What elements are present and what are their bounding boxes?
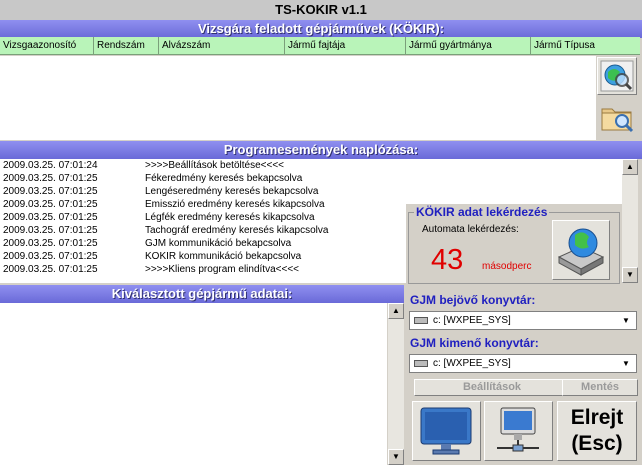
chevron-down-icon[interactable]: ▼: [622, 312, 630, 329]
gjm-outgoing-select[interactable]: c: [WXPEE_SYS] ▼: [409, 354, 637, 373]
chevron-down-icon[interactable]: ▼: [622, 355, 630, 372]
countdown-unit: másodperc: [482, 261, 532, 272]
log-scrollbar[interactable]: ▲ ▼: [622, 159, 638, 283]
gjm-incoming-select[interactable]: c: [WXPEE_SYS] ▼: [409, 311, 637, 330]
gjm-outgoing-value: c: [WXPEE_SYS]: [433, 358, 511, 369]
column-header-model[interactable]: Jármű Típusa: [531, 37, 640, 55]
vehicles-section-header: Vizsgára feladott gépjárművek (KÖKIR):: [0, 20, 642, 38]
kokir-query-panel: KÖKIR adat lekérdezés Automata lekérdezé…: [406, 204, 622, 286]
drive-icon: [414, 317, 428, 324]
vehicles-table-header: Vizsgaazonosító Rendszám Alvázszám Jármű…: [0, 37, 640, 55]
auto-query-label: Automata lekérdezés:: [422, 224, 519, 235]
monitor-button[interactable]: [412, 401, 481, 461]
monitor-icon: [420, 407, 472, 455]
window-title: TS-KOKIR v1.1: [0, 0, 642, 20]
settings-button[interactable]: Beállítások: [414, 379, 570, 396]
gjm-incoming-value: c: [WXPEE_SYS]: [433, 315, 511, 326]
network-computer-button[interactable]: [484, 401, 553, 461]
globe-search-icon: [600, 60, 634, 92]
column-header-exam-id[interactable]: Vizsgaazonosító: [0, 37, 94, 55]
countdown-value: 43: [431, 244, 464, 276]
drive-icon: [414, 360, 428, 367]
folder-search-button[interactable]: [598, 99, 638, 137]
column-header-manufacturer[interactable]: Jármű gyártmánya: [406, 37, 531, 55]
gjm-outgoing-label: GJM kimenő konyvtár:: [410, 336, 539, 350]
kokir-panel-title: KÖKIR adat lekérdezés: [414, 205, 550, 219]
gjm-incoming-label: GJM bejövő konyvtár:: [410, 293, 536, 307]
hide-button-shortcut: (Esc): [571, 432, 623, 455]
save-button[interactable]: Mentés: [562, 379, 638, 396]
column-header-plate[interactable]: Rendszám: [94, 37, 159, 55]
hide-button[interactable]: Elrejt (Esc): [557, 401, 637, 461]
manual-query-button[interactable]: [552, 220, 610, 280]
network-device-globe-icon: [557, 228, 605, 276]
column-header-vehicle-type[interactable]: Jármű fajtája: [285, 37, 406, 55]
scroll-down-icon[interactable]: ▼: [388, 449, 404, 465]
kokir-query-button[interactable]: [597, 57, 637, 95]
selected-vehicle-details[interactable]: [0, 303, 387, 465]
scroll-up-icon[interactable]: ▲: [622, 159, 638, 175]
selected-vehicle-header: Kiválasztott gépjármű adatai:: [0, 285, 404, 303]
scroll-up-icon[interactable]: ▲: [388, 303, 404, 319]
log-section-header: Programesemények naplózása:: [0, 141, 642, 159]
network-computer-icon: [497, 407, 539, 452]
column-header-chassis[interactable]: Alvázszám: [159, 37, 285, 55]
details-scrollbar[interactable]: ▲ ▼: [388, 303, 404, 465]
scroll-down-icon[interactable]: ▼: [622, 267, 638, 283]
folder-search-icon: [601, 108, 634, 133]
hide-button-label: Elrejt: [570, 406, 624, 429]
vehicles-table-body[interactable]: [0, 56, 596, 140]
